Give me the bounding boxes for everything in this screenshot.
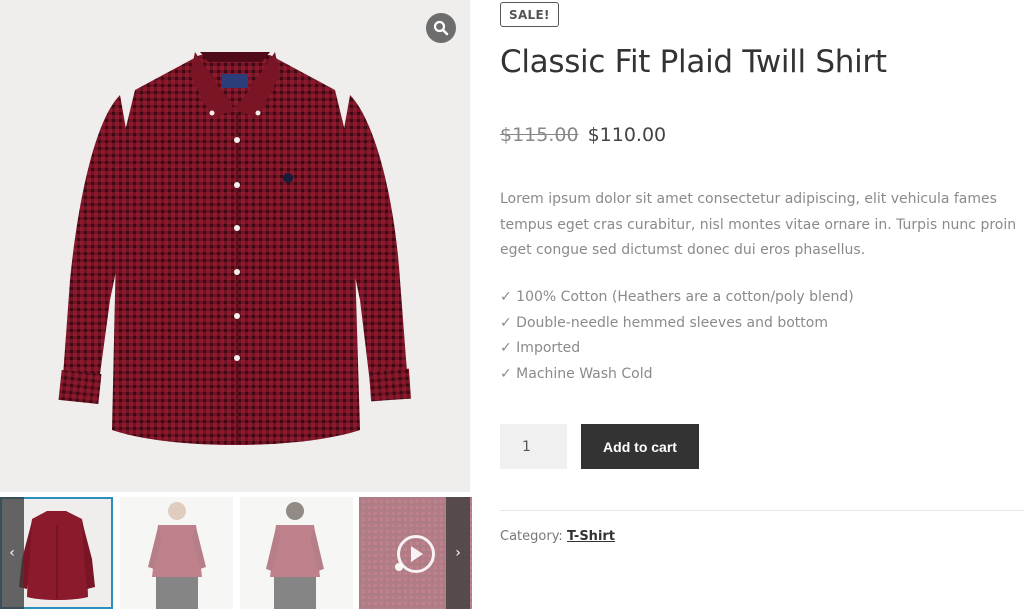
quantity-input[interactable]	[500, 424, 567, 469]
category-link[interactable]: T-Shirt	[567, 529, 615, 544]
feature-list: ✓ 100% Cotton (Heathers are a cotton/pol…	[500, 285, 854, 387]
chevron-left-icon[interactable]: ‹	[0, 497, 24, 609]
product-title: Classic Fit Plaid Twill Shirt	[500, 44, 887, 80]
thumbnail-2[interactable]	[120, 497, 233, 609]
thumbnail-3[interactable]	[240, 497, 353, 609]
search-icon[interactable]	[426, 13, 456, 43]
product-gallery: ‹ ›	[0, 0, 472, 611]
product-price: $115.00 $110.00	[500, 124, 666, 146]
category-label: Category:	[500, 529, 563, 544]
model-front-image	[148, 502, 206, 609]
old-price: $115.00	[500, 124, 579, 146]
feature-item: ✓ Imported	[500, 340, 581, 356]
model-back-image	[266, 502, 324, 609]
feature-item: ✓ Double-needle hemmed sleeves and botto…	[500, 314, 828, 331]
product-meta: Category: T-Shirt	[500, 529, 615, 544]
chevron-right-icon[interactable]: ›	[446, 497, 470, 609]
sale-badge: SALE!	[500, 2, 559, 27]
add-to-cart-button[interactable]: Add to cart	[581, 424, 699, 469]
main-product-image[interactable]	[0, 0, 470, 492]
thumbnail-strip: ‹ ›	[0, 497, 472, 611]
sale-price: $110.00	[587, 124, 667, 146]
feature-item: ✓ Machine Wash Cold	[500, 365, 653, 382]
shirt-image	[58, 52, 411, 445]
divider	[500, 510, 1024, 511]
play-icon[interactable]	[397, 535, 435, 573]
feature-item: ✓ 100% Cotton (Heathers are a cotton/pol…	[500, 289, 854, 305]
product-description: Lorem ipsum dolor sit amet consectetur a…	[500, 191, 1017, 258]
